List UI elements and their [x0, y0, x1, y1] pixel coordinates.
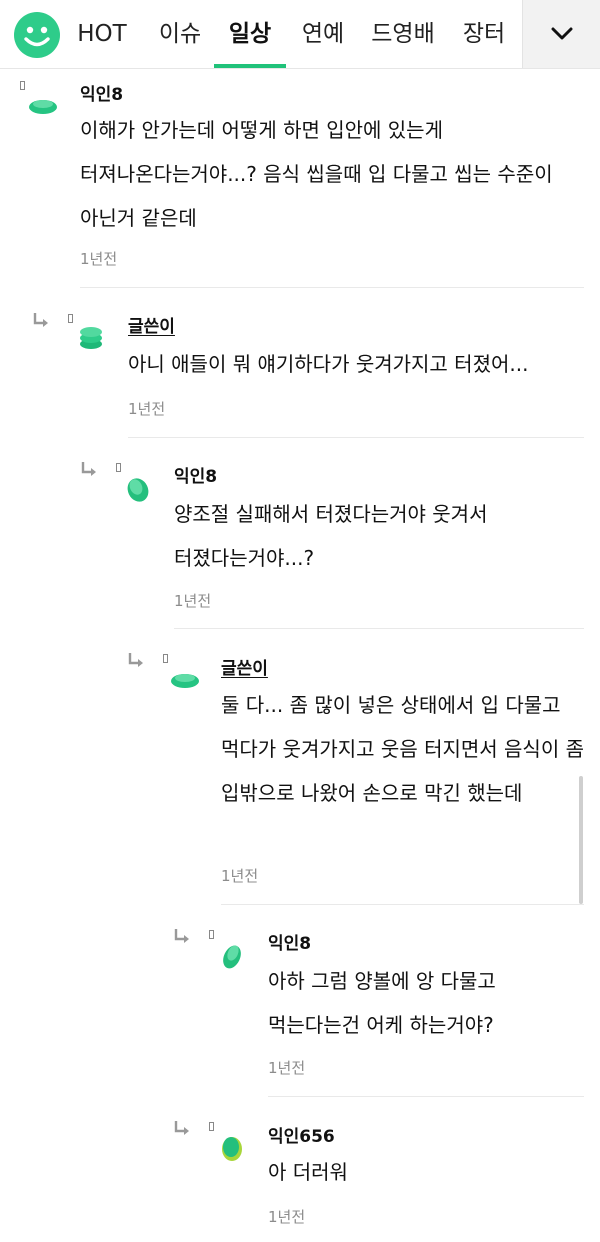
- reply-arrow-icon: [174, 1121, 189, 1135]
- comment-time: 1년전: [174, 592, 212, 610]
- scrollbar[interactable]: [579, 776, 583, 904]
- chevron-down-icon: [551, 27, 573, 40]
- divider: [128, 437, 584, 438]
- avatar-icon: [223, 945, 241, 969]
- comment-text: 둘 다... 좀 많이 넣은 상태에서 입 다물고 먹다가 웃겨가지고 웃음 터…: [221, 693, 584, 805]
- comment-time: 1년전: [268, 1059, 306, 1077]
- avatar-icon: [80, 327, 102, 349]
- comment-marker: [20, 81, 25, 90]
- top-nav-bar: HOT 이슈 일상 연예 드영배 장터: [0, 0, 600, 69]
- divider: [80, 287, 584, 288]
- comment-time: 1년전: [221, 867, 259, 885]
- comment-author[interactable]: 익인8: [268, 929, 311, 954]
- comment-time: 1년전: [80, 250, 118, 268]
- reply-arrow-icon: [174, 929, 189, 943]
- comment-author[interactable]: 익인8: [80, 80, 123, 105]
- divider: [221, 904, 584, 905]
- avatar-icon: [222, 1137, 242, 1161]
- comment-marker: [209, 930, 214, 939]
- comment-text: 양조절 실패해서 터졌다는거야 웃겨서 터졌다는거야...?: [174, 502, 488, 570]
- comment-marker: [68, 314, 73, 323]
- comment-author[interactable]: 글쓴이: [221, 654, 268, 679]
- comment-text: 아하 그럼 양볼에 앙 다물고 먹는다는건 어케 하는거야?: [268, 969, 496, 1037]
- active-tab-indicator: [214, 64, 286, 68]
- divider: [174, 628, 584, 629]
- avatar-icon: [127, 478, 149, 502]
- comment-time: 1년전: [128, 400, 166, 418]
- reply-arrow-icon: [33, 313, 48, 327]
- tab-market[interactable]: 장터: [458, 0, 510, 68]
- smiley-logo-icon[interactable]: [14, 12, 60, 58]
- comment-marker: [209, 1122, 214, 1131]
- more-tabs-button[interactable]: [522, 0, 600, 68]
- reply-arrow-icon: [128, 653, 143, 667]
- reply-arrow-icon: [81, 462, 96, 476]
- tab-entertainment[interactable]: 연예: [297, 0, 349, 68]
- comment-marker: [163, 654, 168, 663]
- comment-author[interactable]: 익인656: [268, 1122, 335, 1147]
- tab-daily[interactable]: 일상: [224, 0, 276, 68]
- avatar-icon: [29, 100, 57, 114]
- comment-time: 1년전: [268, 1208, 306, 1226]
- tab-hot[interactable]: HOT: [76, 0, 128, 68]
- comment-author[interactable]: 글쓴이: [128, 312, 175, 337]
- comment-marker: [116, 463, 121, 472]
- divider: [268, 1096, 584, 1097]
- comment-text: 이해가 안가는데 어떻게 하면 입안에 있는게 터져나온다는거야...? 음식 …: [80, 118, 553, 230]
- comment-text: 아 더러워: [268, 1160, 348, 1184]
- comment-text: 아니 애들이 뭐 얘기하다가 웃겨가지고 터졌어...: [128, 352, 529, 376]
- comment-author[interactable]: 익인8: [174, 462, 217, 487]
- tab-issue[interactable]: 이슈: [155, 0, 205, 68]
- tab-drama-movie-actor[interactable]: 드영배: [370, 0, 436, 68]
- avatar-icon: [171, 674, 199, 688]
